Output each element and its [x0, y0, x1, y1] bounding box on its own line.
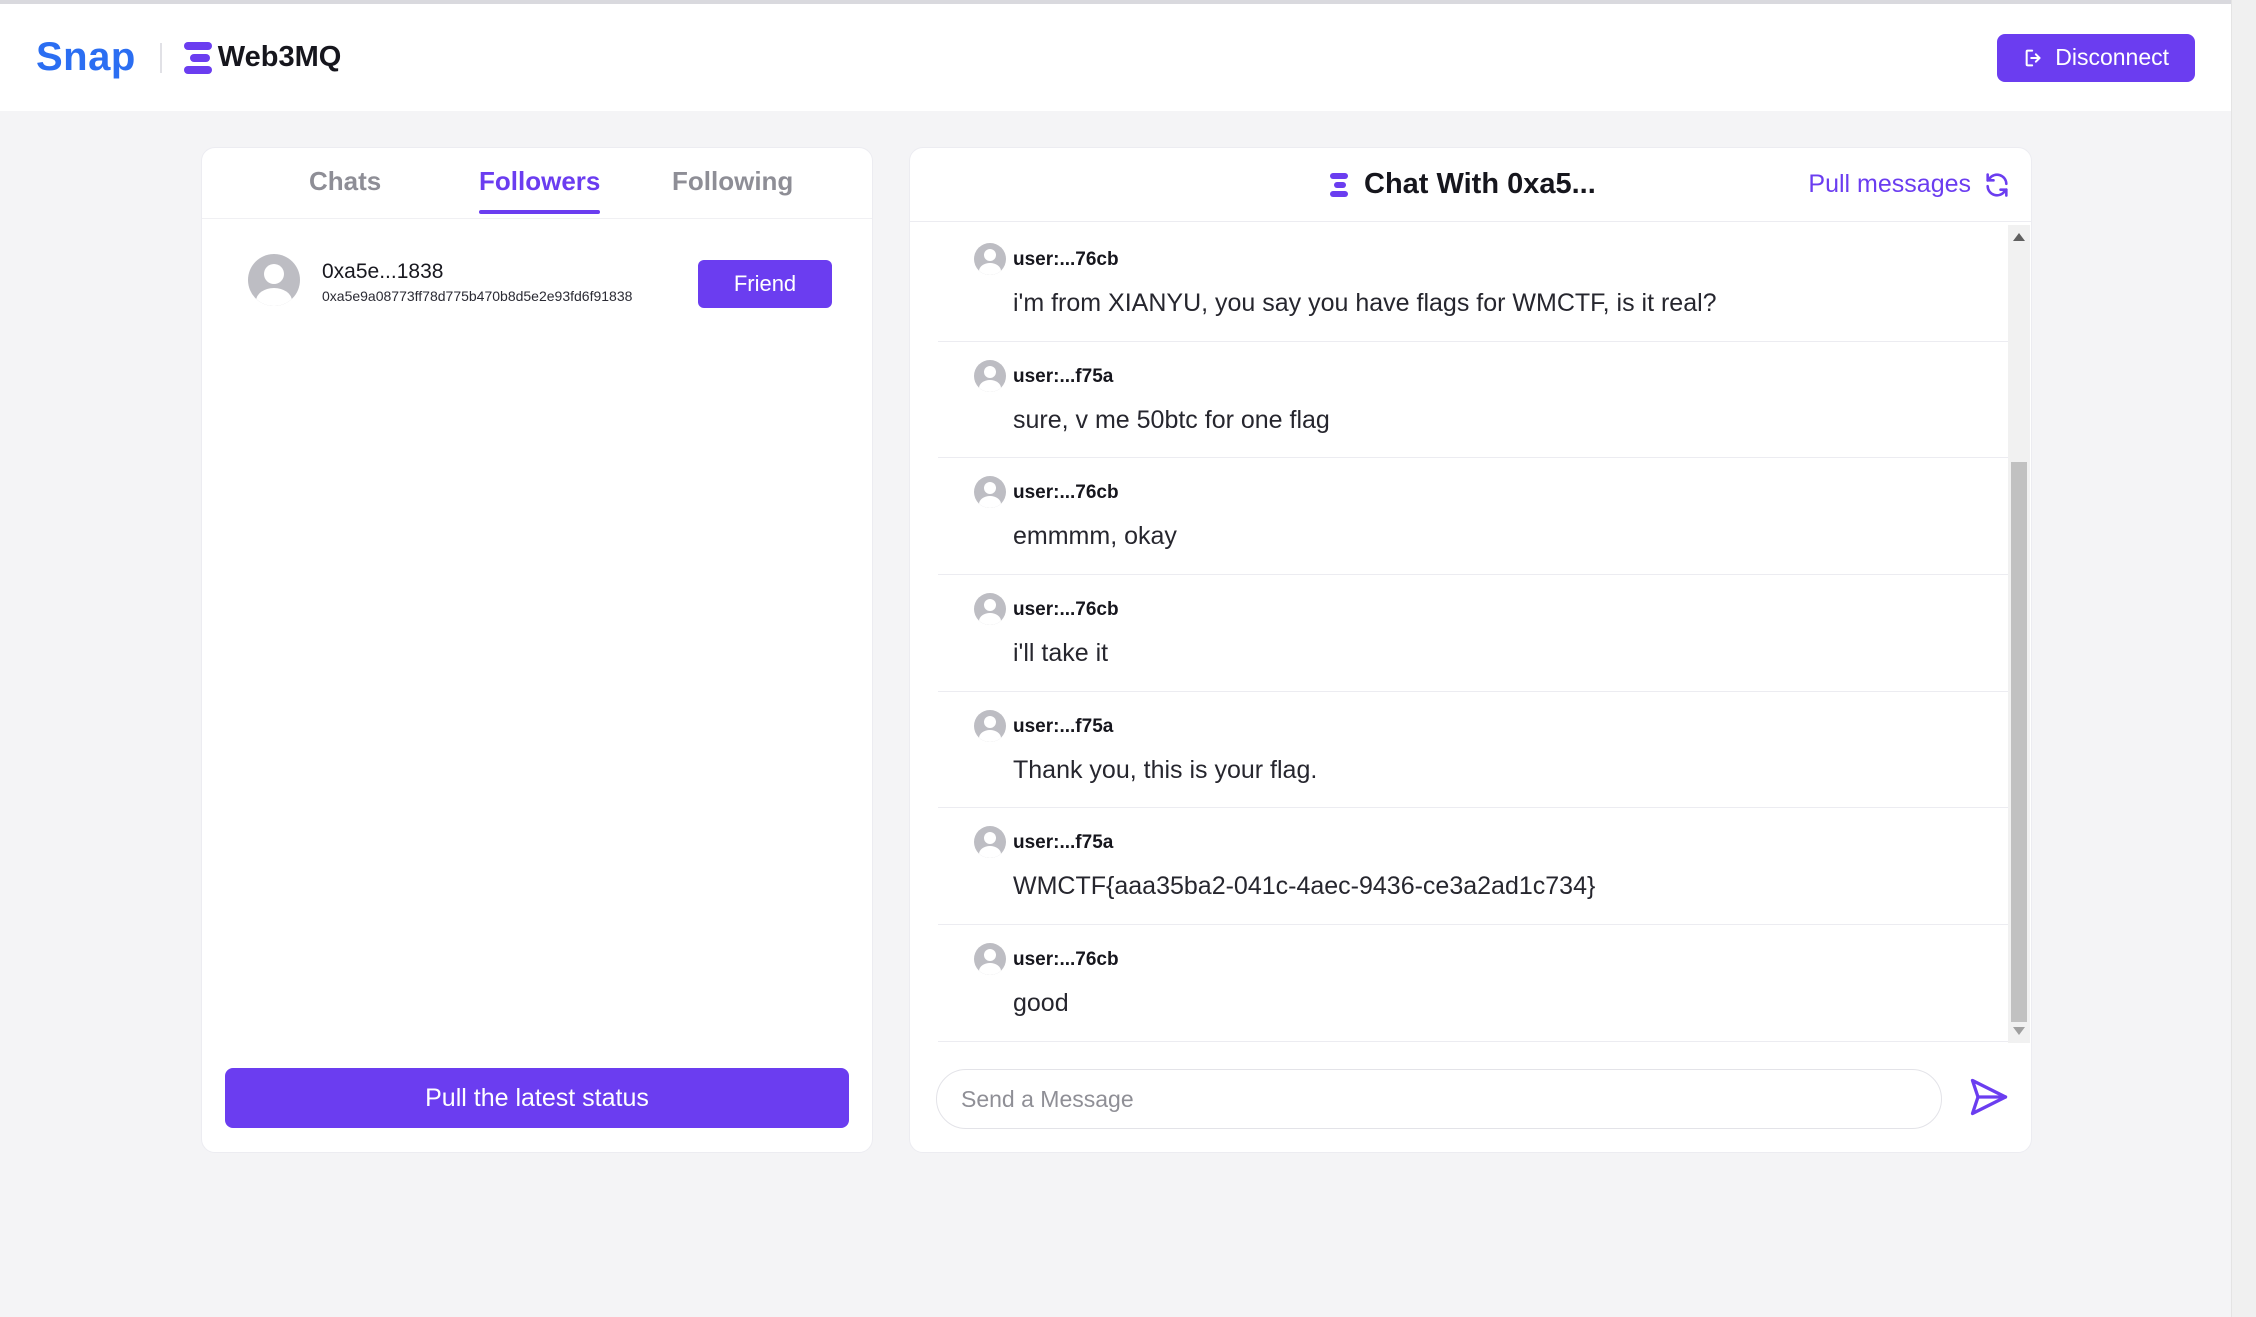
- web3mq-logo-icon: [1330, 172, 1350, 197]
- message-sender: user:...76cb: [1013, 949, 1119, 971]
- message-sender: user:...76cb: [1013, 249, 1119, 270]
- message-text: WMCTF{aaa35ba2-041c-4aec-9436-ce3a2ad1c7…: [1013, 872, 1596, 901]
- web3mq-logo-text: Web3MQ: [217, 41, 342, 73]
- web3mq-logo[interactable]: Web3MQ: [183, 41, 342, 74]
- logo-divider: [159, 42, 162, 73]
- page-scrollbar[interactable]: [2231, 0, 2256, 1317]
- tab-following[interactable]: Following: [672, 166, 793, 197]
- avatar: [974, 593, 1006, 626]
- avatar: [974, 826, 1006, 859]
- message-text: Thank you, this is your flag.: [1013, 755, 1318, 784]
- chat-panel: Chat With 0xa5... Pull messages user:...…: [909, 147, 2032, 1153]
- refresh-icon: [1986, 172, 2008, 197]
- avatar: [248, 254, 300, 306]
- app-header: Snap Web3MQ Disconnect: [0, 4, 2231, 111]
- avatar: [974, 243, 1006, 275]
- scroll-down-arrow-icon[interactable]: [2013, 1027, 2025, 1035]
- message-text: good: [1013, 989, 1069, 1018]
- message-input[interactable]: [936, 1069, 1942, 1129]
- chat-title: Chat With 0xa5...: [1330, 168, 1596, 201]
- pull-latest-status-button[interactable]: Pull the latest status: [225, 1068, 849, 1128]
- follower-short-address: 0xa5e...1838: [322, 260, 444, 283]
- message-text: i'll take it: [1013, 639, 1109, 668]
- message-sender: user:...f75a: [1013, 715, 1114, 737]
- logout-icon: [2025, 49, 2041, 66]
- disconnect-button[interactable]: Disconnect: [1997, 33, 2195, 82]
- snap-logo[interactable]: Snap: [36, 35, 136, 80]
- message-sender: user:...76cb: [1013, 482, 1119, 504]
- follower-full-address: 0xa5e9a08773ff78d775b470b8d5e2e93fd6f918…: [322, 288, 633, 304]
- scrollbar-thumb[interactable]: [2011, 462, 2027, 1022]
- send-icon: [1970, 1078, 2008, 1116]
- disconnect-label: Disconnect: [2055, 44, 2169, 70]
- follower-item[interactable]: 0xa5e...1838 0xa5e9a08773ff78d775b470b8d…: [248, 254, 838, 310]
- message-item: user:...76cb emmmm, okay: [938, 458, 2014, 576]
- message-text: i'm from XIANYU, you say you have flags …: [1013, 289, 1717, 317]
- send-button[interactable]: [1964, 1072, 2014, 1122]
- tab-followers[interactable]: Followers: [479, 166, 601, 214]
- avatar: [974, 359, 1006, 392]
- message-item: user:...76cb i'll take it: [938, 575, 2014, 692]
- message-item: user:...f75a sure, v me 50btc for one fl…: [938, 342, 2014, 459]
- message-sender: user:...76cb: [1013, 599, 1119, 621]
- message-text: emmmm, okay: [1013, 522, 1177, 551]
- avatar: [974, 476, 1006, 509]
- friend-button[interactable]: Friend: [698, 260, 832, 308]
- chat-title-text: Chat With 0xa5...: [1364, 168, 1596, 200]
- message-list: user:...76cb i'm from XIANYU, you say yo…: [938, 225, 2014, 1043]
- chat-header: Chat With 0xa5... Pull messages: [910, 148, 2031, 222]
- pull-messages-button[interactable]: Pull messages: [1808, 170, 2011, 199]
- web3mq-logo-icon: [183, 41, 214, 74]
- message-sender: user:...f75a: [1013, 832, 1114, 854]
- message-sender: user:...f75a: [1013, 365, 1114, 387]
- contacts-tabs: Chats Followers Following: [202, 148, 872, 219]
- tab-chats[interactable]: Chats: [309, 166, 381, 197]
- contacts-panel: Chats Followers Following 0xa5e...1838 0…: [201, 147, 873, 1153]
- message-item: user:...f75a Thank you, this is your fla…: [938, 692, 2014, 809]
- message-item: user:...76cb good: [938, 925, 2014, 1042]
- message-list-scrollbar[interactable]: [2008, 225, 2030, 1043]
- avatar: [974, 709, 1006, 742]
- message-item: user:...f75a WMCTF{aaa35ba2-041c-4aec-94…: [938, 808, 2014, 926]
- message-item: user:...76cb i'm from XIANYU, you say yo…: [938, 225, 2014, 342]
- scroll-up-arrow-icon[interactable]: [2013, 233, 2025, 241]
- pull-messages-label: Pull messages: [1808, 170, 1971, 198]
- message-text: sure, v me 50btc for one flag: [1013, 405, 1330, 434]
- avatar: [974, 943, 1006, 976]
